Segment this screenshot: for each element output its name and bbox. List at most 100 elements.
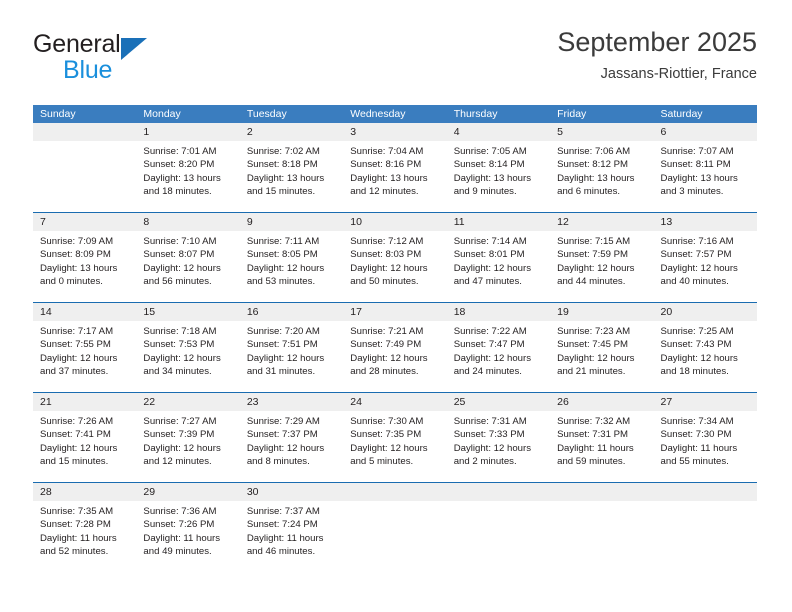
daylight-duration-line1: Daylight: 13 hours: [557, 172, 635, 184]
calendar-day-empty: [653, 483, 757, 572]
calendar-day[interactable]: 29 Sunrise: 7:36 AM Sunset: 7:26 PM Dayligh…: [136, 483, 240, 572]
calendar-day[interactable]: 3 Sunrise: 7:04 AM Sunset: 8:16 PM Daylight…: [343, 123, 447, 212]
calendar-day[interactable]: 13 Sunrise: 7:16 AM Sunset: 7:57 PM Dayligh…: [653, 213, 757, 302]
calendar-day[interactable]: 4 Sunrise: 7:05 AM Sunset: 8:14 PM Daylight…: [446, 123, 551, 212]
daylight-duration-line2: and 15 minutes.: [40, 456, 109, 468]
day-number: 11: [446, 213, 551, 231]
weekday-header-friday: Friday: [550, 105, 654, 123]
calendar-day[interactable]: 10 Sunrise: 7:12 AM Sunset: 8:03 PM Dayligh…: [343, 213, 447, 302]
sunrise-time: Sunrise: 7:32 AM: [557, 416, 631, 427]
daylight-duration-line2: and 0 minutes.: [40, 276, 103, 288]
sunset-time: Sunset: 8:07 PM: [143, 249, 215, 261]
weekday-header-sunday: Sunday: [33, 105, 137, 123]
calendar-day[interactable]: 12 Sunrise: 7:15 AM Sunset: 7:59 PM Dayligh…: [550, 213, 654, 302]
calendar-cell: 26 Sunrise: 7:32 AM Sunset: 7:31 PM Dayligh…: [550, 392, 654, 483]
calendar-day[interactable]: 1 Sunrise: 7:01 AM Sunset: 8:20 PM Daylight…: [136, 123, 240, 212]
sunset-time: Sunset: 7:57 PM: [660, 249, 732, 261]
sunrise-time: Sunrise: 7:21 AM: [350, 326, 424, 337]
day-number: 6: [653, 123, 757, 141]
calendar-cell: 29 Sunrise: 7:36 AM Sunset: 7:26 PM Dayligh…: [136, 482, 240, 572]
daylight-duration-line2: and 18 minutes.: [660, 366, 729, 378]
daylight-duration-line2: and 47 minutes.: [453, 276, 522, 288]
day-number: 27: [653, 393, 757, 411]
sunset-time: Sunset: 7:59 PM: [557, 249, 629, 261]
weekday-header-tuesday: Tuesday: [239, 105, 344, 123]
day-details: Sunrise: 7:29 AM Sunset: 7:37 PM Daylight:…: [240, 411, 343, 469]
calendar-cell: 14 Sunrise: 7:17 AM Sunset: 7:55 PM Dayligh…: [33, 302, 137, 393]
daylight-duration-line1: Daylight: 12 hours: [246, 262, 325, 274]
daylight-duration-line2: and 56 minutes.: [143, 276, 212, 288]
day-number: 9: [239, 213, 344, 231]
day-details: Sunrise: 7:31 AM Sunset: 7:33 PM Daylight:…: [447, 411, 550, 469]
calendar-cell: 30 Sunrise: 7:37 AM Sunset: 7:24 PM Dayligh…: [239, 482, 344, 572]
calendar-cell: 23 Sunrise: 7:29 AM Sunset: 7:37 PM Dayligh…: [239, 392, 344, 483]
calendar-day[interactable]: 5 Sunrise: 7:06 AM Sunset: 8:12 PM Daylight…: [550, 123, 654, 212]
brand-logo[interactable]: General Blue: [33, 28, 263, 86]
calendar-day[interactable]: 19 Sunrise: 7:23 AM Sunset: 7:45 PM Dayligh…: [550, 303, 654, 392]
calendar-day[interactable]: 14 Sunrise: 7:17 AM Sunset: 7:55 PM Dayligh…: [33, 303, 137, 392]
day-number: 12: [550, 213, 654, 231]
calendar-day[interactable]: 7 Sunrise: 7:09 AM Sunset: 8:09 PM Daylight…: [33, 213, 137, 302]
calendar-cell: 19 Sunrise: 7:23 AM Sunset: 7:45 PM Dayligh…: [550, 302, 654, 393]
day-details: Sunrise: 7:02 AM Sunset: 8:18 PM Daylight:…: [240, 141, 343, 199]
sunrise-time: Sunrise: 7:30 AM: [350, 416, 424, 427]
calendar-day[interactable]: 17 Sunrise: 7:21 AM Sunset: 7:49 PM Dayligh…: [343, 303, 447, 392]
sunrise-time: Sunrise: 7:27 AM: [143, 416, 217, 427]
daylight-duration-line1: Daylight: 13 hours: [350, 172, 428, 184]
day-number: 28: [33, 483, 137, 501]
day-details: Sunrise: 7:11 AM Sunset: 8:05 PM Daylight:…: [240, 231, 343, 289]
calendar-day[interactable]: 27 Sunrise: 7:34 AM Sunset: 7:30 PM Dayligh…: [653, 393, 757, 482]
sunrise-time: Sunrise: 7:34 AM: [660, 416, 734, 427]
day-number: 1: [136, 123, 240, 141]
calendar-day[interactable]: 30 Sunrise: 7:37 AM Sunset: 7:24 PM Dayligh…: [239, 483, 344, 572]
sunset-time: Sunset: 8:05 PM: [246, 249, 318, 261]
calendar-day-empty: [446, 483, 551, 572]
calendar-cell: [446, 482, 551, 572]
daylight-duration-line2: and 50 minutes.: [350, 276, 419, 288]
day-details: Sunrise: 7:35 AM Sunset: 7:28 PM Daylight:…: [33, 501, 136, 559]
day-details: Sunrise: 7:09 AM Sunset: 8:09 PM Daylight:…: [33, 231, 136, 289]
calendar-day[interactable]: 8 Sunrise: 7:10 AM Sunset: 8:07 PM Daylight…: [136, 213, 240, 302]
day-number: 24: [343, 393, 447, 411]
calendar-day[interactable]: 16 Sunrise: 7:20 AM Sunset: 7:51 PM Dayligh…: [239, 303, 344, 392]
day-number: [343, 483, 447, 501]
calendar-day[interactable]: 21 Sunrise: 7:26 AM Sunset: 7:41 PM Dayligh…: [33, 393, 137, 482]
calendar-day[interactable]: 11 Sunrise: 7:14 AM Sunset: 8:01 PM Dayligh…: [446, 213, 551, 302]
calendar-cell: 21 Sunrise: 7:26 AM Sunset: 7:41 PM Dayligh…: [33, 392, 137, 483]
calendar-cell: 27 Sunrise: 7:34 AM Sunset: 7:30 PM Dayligh…: [653, 392, 757, 483]
calendar-day[interactable]: 28 Sunrise: 7:35 AM Sunset: 7:28 PM Dayligh…: [33, 483, 137, 572]
daylight-duration-line1: Daylight: 12 hours: [143, 352, 221, 364]
sunset-time: Sunset: 8:11 PM: [660, 159, 731, 171]
calendar-day[interactable]: 15 Sunrise: 7:18 AM Sunset: 7:53 PM Dayligh…: [136, 303, 240, 392]
calendar-day[interactable]: 22 Sunrise: 7:27 AM Sunset: 7:39 PM Dayligh…: [136, 393, 240, 482]
calendar-day[interactable]: 25 Sunrise: 7:31 AM Sunset: 7:33 PM Dayligh…: [446, 393, 551, 482]
calendar-day[interactable]: 2 Sunrise: 7:02 AM Sunset: 8:18 PM Daylight…: [239, 123, 344, 212]
calendar-day[interactable]: 23 Sunrise: 7:29 AM Sunset: 7:37 PM Dayligh…: [239, 393, 344, 482]
daylight-duration-line1: Daylight: 12 hours: [660, 352, 738, 364]
calendar-day[interactable]: 26 Sunrise: 7:32 AM Sunset: 7:31 PM Dayligh…: [550, 393, 654, 482]
calendar-day[interactable]: 24 Sunrise: 7:30 AM Sunset: 7:35 PM Dayligh…: [343, 393, 447, 482]
day-details: Sunrise: 7:20 AM Sunset: 7:51 PM Daylight:…: [240, 321, 343, 379]
daylight-duration-line2: and 24 minutes.: [453, 366, 522, 378]
sunrise-time: Sunrise: 7:11 AM: [246, 236, 320, 247]
day-number: 18: [446, 303, 551, 321]
calendar-day[interactable]: 20 Sunrise: 7:25 AM Sunset: 7:43 PM Dayligh…: [653, 303, 757, 392]
daylight-duration-line2: and 44 minutes.: [557, 276, 626, 288]
calendar-day[interactable]: 9 Sunrise: 7:11 AM Sunset: 8:05 PM Daylight…: [239, 213, 344, 302]
sunset-time: Sunset: 7:39 PM: [143, 429, 215, 441]
calendar-day-empty: [343, 483, 447, 572]
calendar-day[interactable]: 6 Sunrise: 7:07 AM Sunset: 8:11 PM Daylight…: [653, 123, 757, 212]
sunrise-time: Sunrise: 7:31 AM: [453, 416, 527, 427]
calendar-cell: 13 Sunrise: 7:16 AM Sunset: 7:57 PM Dayligh…: [653, 212, 757, 303]
calendar-cell: 11 Sunrise: 7:14 AM Sunset: 8:01 PM Dayligh…: [446, 212, 551, 303]
daylight-duration-line1: Daylight: 13 hours: [453, 172, 532, 184]
calendar-day[interactable]: 18 Sunrise: 7:22 AM Sunset: 7:47 PM Dayligh…: [446, 303, 551, 392]
sunset-time: Sunset: 7:43 PM: [660, 339, 732, 351]
day-number: 3: [343, 123, 447, 141]
calendar-cell: 10 Sunrise: 7:12 AM Sunset: 8:03 PM Dayligh…: [343, 212, 447, 303]
sunset-time: Sunset: 7:33 PM: [453, 429, 525, 441]
calendar-cell: 20 Sunrise: 7:25 AM Sunset: 7:43 PM Dayligh…: [653, 302, 757, 393]
sunrise-time: Sunrise: 7:36 AM: [143, 506, 217, 517]
calendar-cell: 6 Sunrise: 7:07 AM Sunset: 8:11 PM Daylight…: [653, 123, 757, 213]
daylight-duration-line2: and 28 minutes.: [350, 366, 419, 378]
